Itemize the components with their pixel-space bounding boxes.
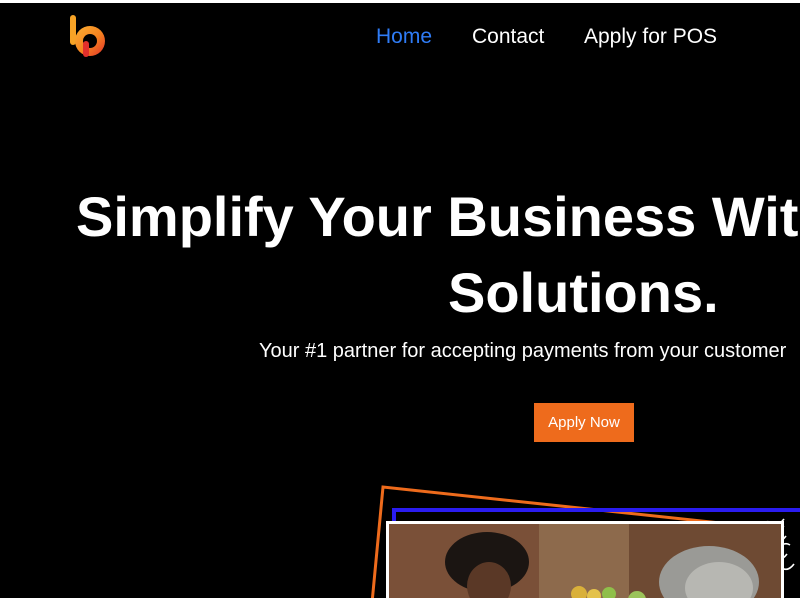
- apply-now-button[interactable]: Apply Now: [534, 403, 634, 442]
- hero-subtitle: Your #1 partner for accepting payments f…: [259, 340, 787, 362]
- nav-contact-link[interactable]: Contact: [472, 25, 544, 49]
- market-vendors-photo: [386, 521, 784, 598]
- page-viewport: Home Contact Apply for POS Simplify Your…: [0, 3, 800, 598]
- nav-apply-pos-link[interactable]: Apply for POS: [584, 25, 717, 49]
- nav-home-link[interactable]: Home: [376, 25, 432, 49]
- hero-title-line-2: Solutions.: [448, 261, 719, 324]
- brand-logo-icon[interactable]: [68, 13, 112, 59]
- hero-title-line-1: Simplify Your Business Wit: [76, 185, 799, 248]
